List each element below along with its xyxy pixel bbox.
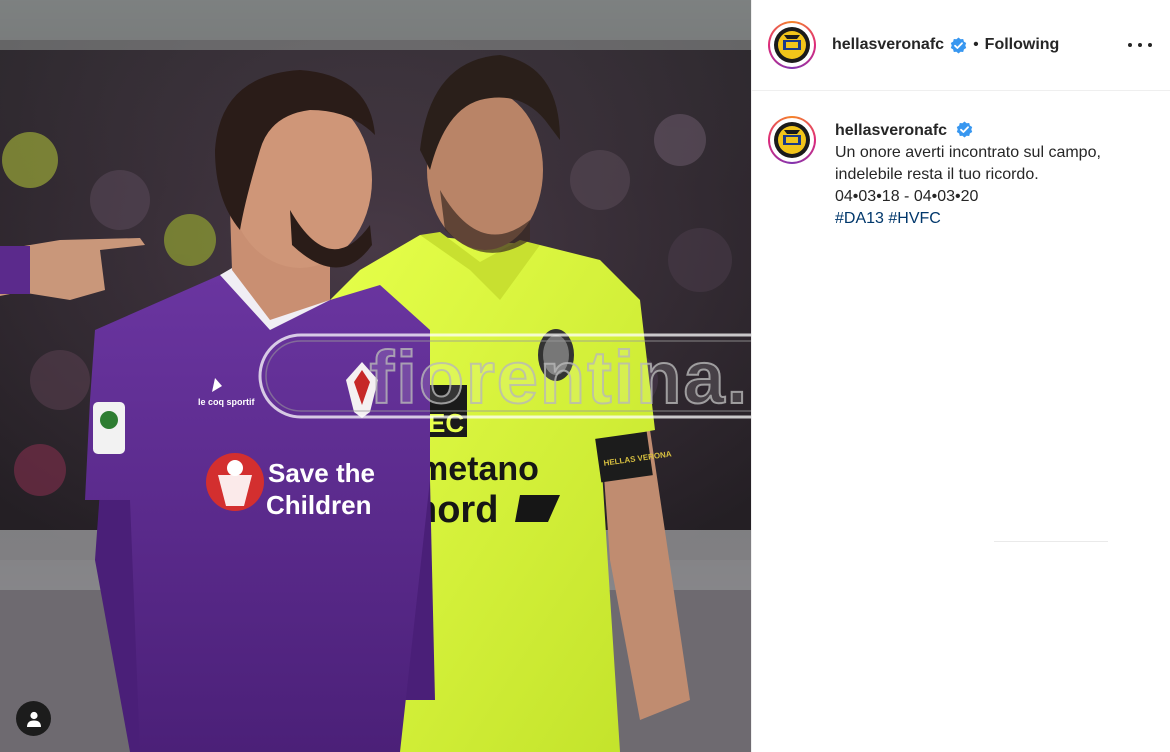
more-options-button[interactable] bbox=[1128, 35, 1152, 55]
post-header: hellasveronafc • Following bbox=[752, 0, 1170, 91]
verified-badge-icon bbox=[950, 37, 967, 53]
hashtag-hvfc[interactable]: #HVFC bbox=[888, 210, 940, 227]
verified-badge-icon bbox=[956, 121, 972, 138]
sponsor-save-text: Save the bbox=[268, 458, 375, 488]
hashtag-da13[interactable]: #DA13 bbox=[835, 210, 884, 227]
header-account-row: hellasveronafc • Following bbox=[832, 34, 1059, 56]
user-tag-icon bbox=[26, 711, 41, 727]
user-tag-button[interactable] bbox=[16, 701, 51, 736]
photo-illustration: HELLAS VERONA EC metano nord le coq spor… bbox=[0, 0, 751, 752]
sponsor-ec-text: EC bbox=[428, 408, 464, 438]
header-separator: • bbox=[973, 36, 979, 53]
header-username[interactable]: hellasveronafc bbox=[832, 36, 944, 54]
more-options-icon bbox=[1128, 43, 1132, 47]
hellas-verona-crest-icon bbox=[774, 27, 810, 63]
caption-line-3: 04•03•18 - 04•03•20 bbox=[835, 188, 979, 205]
post-side-panel: hellasveronafc • Following hellasveronaf… bbox=[751, 0, 1170, 752]
caption-line-1: Un onore averti incontrato sul campo, bbox=[835, 144, 1101, 161]
caption-line-2: indelebile resta il tuo ricordo. bbox=[835, 166, 1039, 183]
kit-brand-text: le coq sportif bbox=[198, 397, 256, 407]
header-avatar[interactable] bbox=[768, 21, 816, 69]
hellas-verona-crest-icon bbox=[774, 122, 810, 158]
following-button[interactable]: Following bbox=[985, 36, 1060, 54]
sponsor-children-text: Children bbox=[266, 490, 371, 520]
post-photo[interactable]: HELLAS VERONA EC metano nord le coq spor… bbox=[0, 0, 751, 752]
instagram-post-view: HELLAS VERONA EC metano nord le coq spor… bbox=[0, 0, 1170, 752]
sponsor-metano-text: metano bbox=[418, 450, 539, 488]
post-caption: hellasveronafc Un onore averti incontrat… bbox=[835, 120, 1155, 230]
caption-username[interactable]: hellasveronafc bbox=[835, 122, 947, 139]
caption-avatar[interactable] bbox=[768, 116, 816, 164]
divider bbox=[994, 541, 1108, 542]
